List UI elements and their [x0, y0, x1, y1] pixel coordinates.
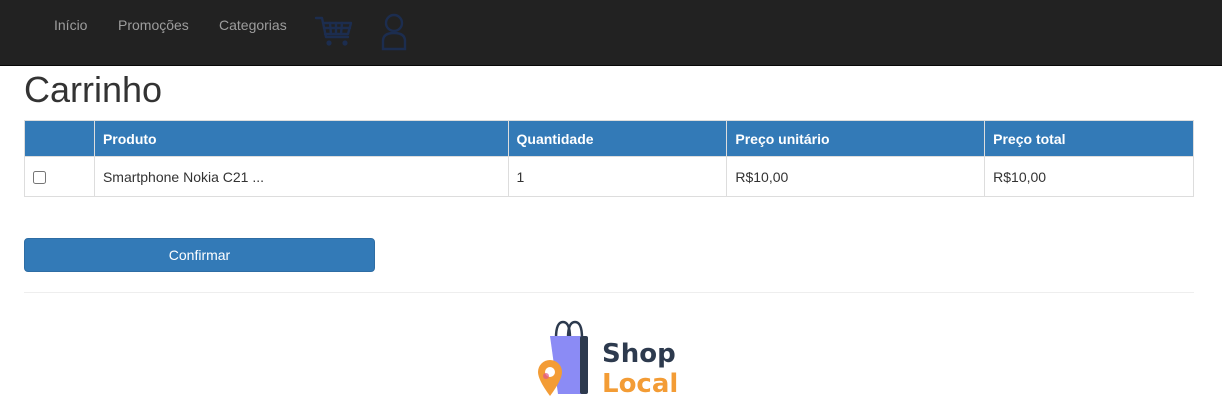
- header-quantidade: Quantidade: [507, 120, 728, 157]
- cart-table: Produto Quantidade Preço unitário Preço …: [24, 120, 1194, 197]
- row-select-checkbox[interactable]: [33, 171, 46, 185]
- top-navbar: Início Promoções Categorias: [0, 0, 1222, 66]
- nav-link-categorias[interactable]: Categorias: [219, 17, 287, 33]
- quantity-cell: 1: [507, 156, 728, 197]
- header-select: [24, 120, 95, 157]
- page-title: Carrinho: [24, 69, 163, 110]
- shop-local-logo: Shop Local: [530, 318, 680, 402]
- confirm-button[interactable]: Confirmar: [24, 238, 375, 272]
- total-price-cell: R$10,00: [984, 156, 1194, 197]
- table-header-row: Produto Quantidade Preço unitário Preço …: [24, 120, 1194, 157]
- nav-link-promocoes[interactable]: Promoções: [118, 17, 189, 33]
- logo-text-shop: Shop: [602, 339, 676, 369]
- nav-link-inicio[interactable]: Início: [54, 17, 87, 33]
- header-produto: Produto: [93, 120, 509, 157]
- table-row: Smartphone Nokia C21 ... 1 R$10,00 R$10,…: [24, 156, 1194, 197]
- cart-icon[interactable]: [314, 13, 354, 49]
- logo-text-local: Local: [602, 369, 678, 399]
- user-icon[interactable]: [380, 12, 408, 52]
- unit-price-cell: R$10,00: [726, 156, 986, 197]
- header-preco-unitario: Preço unitário: [726, 120, 986, 157]
- row-select-cell: [24, 156, 95, 197]
- header-preco-total: Preço total: [984, 120, 1194, 157]
- product-cell: Smartphone Nokia C21 ...: [93, 156, 509, 197]
- divider: [24, 292, 1194, 293]
